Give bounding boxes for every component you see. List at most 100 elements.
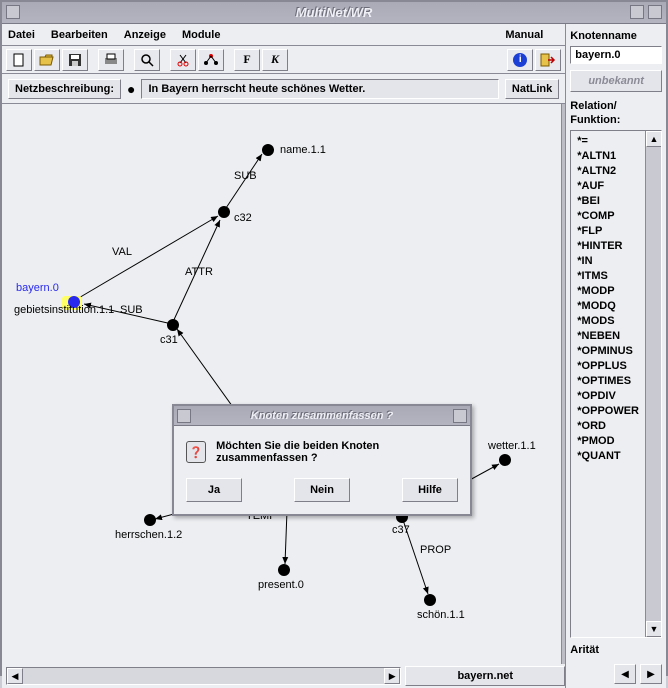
node-name11[interactable]: [262, 144, 274, 156]
unbekannt-button[interactable]: unbekannt: [570, 70, 662, 92]
relation-vscroll[interactable]: ▲ ▼: [645, 131, 661, 637]
graph-tool-button[interactable]: [198, 49, 224, 71]
relation-item[interactable]: *QUANT: [571, 448, 645, 463]
relation-item[interactable]: *ALTN2: [571, 163, 645, 178]
knotenname-label: Knotenname: [570, 30, 662, 42]
relation-item[interactable]: *MODP: [571, 283, 645, 298]
relation-item[interactable]: *FLP: [571, 223, 645, 238]
canvas-hscroll[interactable]: ◀ ▶: [6, 667, 401, 685]
dialog-message: Möchten Sie die beiden Knoten zusammenfa…: [216, 440, 458, 464]
scroll-left-icon[interactable]: ◀: [7, 668, 23, 684]
vscroll-track[interactable]: [646, 147, 661, 621]
relation-item[interactable]: *ALTN1: [571, 148, 645, 163]
scroll-right-icon[interactable]: ▶: [384, 668, 400, 684]
menu-module[interactable]: Module: [182, 29, 221, 41]
dot-icon: ●: [127, 81, 135, 97]
new-button[interactable]: [6, 49, 32, 71]
info-button[interactable]: i: [507, 49, 533, 71]
relation-item[interactable]: *OPPOWER: [571, 403, 645, 418]
menu-bearbeiten[interactable]: Bearbeiten: [51, 29, 108, 41]
scroll-up-icon[interactable]: ▲: [646, 131, 662, 147]
description-bar: Netzbeschreibung: ● In Bayern herrscht h…: [2, 74, 565, 104]
graph-canvas[interactable]: name.1.1 c32 bayern.0 gebietsinstitution…: [2, 104, 562, 664]
node-schoen[interactable]: [424, 594, 436, 606]
relation-item[interactable]: *OPPLUS: [571, 358, 645, 373]
label-herrschen: herrschen.1.2: [115, 529, 182, 541]
relation-item[interactable]: *COMP: [571, 208, 645, 223]
relation-item[interactable]: *OPTIMES: [571, 373, 645, 388]
label-gebiet: gebietsinstitution.1.1: [14, 304, 114, 316]
relation-item[interactable]: *OPMINUS: [571, 343, 645, 358]
menubar: Datei Bearbeiten Anzeige Module Manual: [2, 24, 565, 46]
node-name-input[interactable]: bayern.0: [570, 46, 662, 64]
relation-item[interactable]: *ORD: [571, 418, 645, 433]
relation-item[interactable]: *PMOD: [571, 433, 645, 448]
print-button[interactable]: [98, 49, 124, 71]
nein-button[interactable]: Nein: [294, 478, 350, 502]
side-panel: Knotenname bayern.0 unbekannt Relation/ …: [566, 24, 666, 688]
arity-prev-button[interactable]: ◀: [614, 664, 636, 684]
scroll-down-icon[interactable]: ▼: [646, 621, 662, 637]
edge-prop: PROP: [420, 544, 451, 556]
zoom-button[interactable]: [134, 49, 160, 71]
edge-attr: ATTR: [185, 266, 213, 278]
netzbeschreibung-label: Netzbeschreibung:: [8, 79, 121, 99]
italic-button[interactable]: K: [262, 49, 288, 71]
relation-item[interactable]: *=: [571, 133, 645, 148]
status-filename: bayern.net: [405, 666, 565, 686]
relation-item[interactable]: *ITMS: [571, 268, 645, 283]
toolbar: F K i: [2, 46, 565, 74]
description-input[interactable]: In Bayern herrscht heute schönes Wetter.: [141, 79, 498, 99]
dialog-title: Knoten zusammenfassen ?: [251, 410, 393, 422]
app-title: MultiNet/WR: [296, 5, 373, 20]
edge-sub2: SUB: [120, 304, 143, 316]
label-c32: c32: [234, 212, 252, 224]
label-name11: name.1.1: [280, 144, 326, 156]
bold-button[interactable]: F: [234, 49, 260, 71]
natlink-button[interactable]: NatLink: [505, 79, 559, 99]
relation-item[interactable]: *OPDIV: [571, 388, 645, 403]
hilfe-button[interactable]: Hilfe: [402, 478, 458, 502]
hscroll-track[interactable]: [23, 668, 384, 684]
dialog-minimize-button[interactable]: [453, 409, 467, 423]
statusbar: ◀ ▶ bayern.net: [2, 664, 565, 688]
relation-item[interactable]: *MODS: [571, 313, 645, 328]
ja-button[interactable]: Ja: [186, 478, 242, 502]
node-present[interactable]: [278, 564, 290, 576]
label-c31: c31: [160, 334, 178, 346]
arity-next-button[interactable]: ▶: [640, 664, 662, 684]
question-icon: ❓: [186, 441, 206, 463]
window-menu-button[interactable]: [6, 5, 20, 19]
menu-manual[interactable]: Manual: [505, 29, 543, 41]
relation-item[interactable]: *IN: [571, 253, 645, 268]
label-c37: c37: [392, 524, 410, 536]
merge-dialog: Knoten zusammenfassen ? ❓ Möchten Sie di…: [172, 404, 472, 516]
relation-item[interactable]: *AUF: [571, 178, 645, 193]
minimize-button[interactable]: [630, 5, 644, 19]
cut-button[interactable]: [170, 49, 196, 71]
relation-item[interactable]: *MODQ: [571, 298, 645, 313]
label-present: present.0: [258, 579, 304, 591]
edge-val: VAL: [112, 246, 132, 258]
node-c32[interactable]: [218, 206, 230, 218]
relation-item[interactable]: *HINTER: [571, 238, 645, 253]
exit-button[interactable]: [535, 49, 561, 71]
dialog-titlebar[interactable]: Knoten zusammenfassen ?: [174, 406, 470, 426]
open-button[interactable]: [34, 49, 60, 71]
maximize-button[interactable]: [648, 5, 662, 19]
relation-list[interactable]: *=*ALTN1*ALTN2*AUF*BEI*COMP*FLP*HINTER*I…: [570, 130, 662, 638]
relation-label: Relation/: [570, 100, 662, 112]
label-schoen: schön.1.1: [417, 609, 465, 621]
relation-item[interactable]: *NEBEN: [571, 328, 645, 343]
menu-anzeige[interactable]: Anzeige: [124, 29, 166, 41]
node-c31[interactable]: [167, 319, 179, 331]
menu-datei[interactable]: Datei: [8, 29, 35, 41]
dialog-menu-button[interactable]: [177, 409, 191, 423]
label-bayern0: bayern.0: [16, 282, 59, 294]
edge-sub1: SUB: [234, 170, 257, 182]
relation-item[interactable]: *BEI: [571, 193, 645, 208]
funktion-label: Funktion:: [570, 114, 662, 126]
node-wetter[interactable]: [499, 454, 511, 466]
save-button[interactable]: [62, 49, 88, 71]
node-herrschen[interactable]: [144, 514, 156, 526]
